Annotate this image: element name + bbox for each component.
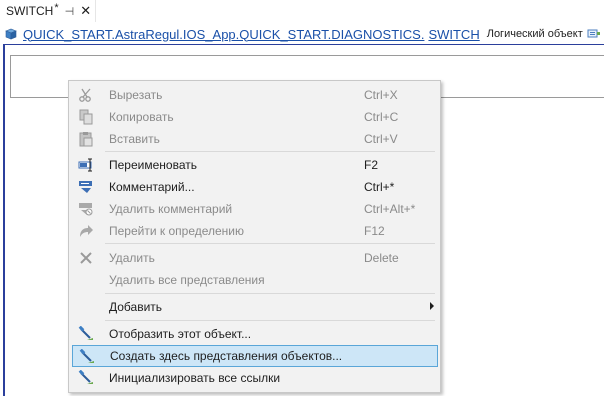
menu-item-rename[interactable]: Переименовать F2 [72, 154, 438, 176]
menu-item-label: Переименовать [109, 158, 197, 172]
menu-item-label: Копировать [109, 110, 174, 124]
context-menu: Вырезать Ctrl+X Копировать Ctrl+C Встави… [68, 80, 441, 393]
menu-separator [105, 293, 435, 294]
breadcrumb-path-link[interactable]: QUICK_START.AstraRegul.IOS_App.QUICK_STA… [23, 27, 424, 42]
copy-icon [78, 109, 94, 125]
menu-item-shortcut: Ctrl+Alt+* [364, 202, 416, 216]
create-views-icon [79, 349, 95, 365]
menu-item-label: Инициализировать все ссылки [109, 371, 281, 385]
menu-item-shortcut: Ctrl+X [364, 88, 398, 102]
comment-icon [78, 179, 94, 195]
breadcrumb-current-link[interactable]: SWITCH [428, 27, 479, 42]
delete-icon [78, 250, 94, 266]
object-type-label: Логический объект [486, 28, 583, 40]
menu-item-label: Комментарий... [109, 180, 195, 194]
menu-item-label: Удалить все представления [109, 273, 265, 287]
menu-item-shortcut: Ctrl+C [364, 110, 399, 124]
menu-item-shortcut: Ctrl+* [364, 180, 395, 194]
menu-item-shortcut: F12 [364, 224, 385, 238]
tab-modified-mark: * [54, 2, 59, 14]
menu-item-label: Удалить [109, 251, 155, 265]
paste-icon [78, 131, 94, 147]
menu-item-create-object-views[interactable]: Создать здесь представления объектов... [72, 345, 438, 367]
init-links-icon [78, 370, 94, 386]
menu-separator [105, 243, 435, 244]
menu-item-label: Удалить комментарий [109, 202, 233, 216]
menu-item-paste[interactable]: Вставить Ctrl+V [72, 128, 438, 150]
menu-item-label: Отобразить этот объект... [109, 327, 252, 341]
menu-separator [105, 320, 435, 321]
remove-comment-icon [78, 201, 94, 217]
menu-item-remove-comment[interactable]: Удалить комментарий Ctrl+Alt+* [72, 198, 438, 220]
menu-item-delete[interactable]: Удалить Delete [72, 247, 438, 269]
menu-item-copy[interactable]: Копировать Ctrl+C [72, 106, 438, 128]
menu-item-label: Добавить [109, 300, 163, 314]
menu-item-show-object[interactable]: Отобразить этот объект... [72, 323, 438, 345]
show-object-icon [78, 326, 94, 342]
cube-icon [5, 28, 17, 40]
logical-object-icon [587, 29, 600, 38]
menu-item-label: Создать здесь представления объектов... [110, 349, 343, 363]
menu-separator [105, 151, 435, 152]
tab-title: SWITCH [6, 4, 54, 18]
close-icon[interactable]: ✕ [80, 3, 91, 19]
document-tab-strip: SWITCH * ⊣ ✕ [0, 0, 604, 22]
submenu-arrow-icon [430, 302, 434, 310]
menu-item-label: Вырезать [109, 88, 163, 102]
scissors-icon [78, 87, 94, 103]
rename-icon [78, 157, 94, 173]
menu-item-shortcut: Delete [364, 251, 399, 265]
menu-item-init-links[interactable]: Инициализировать все ссылки [72, 367, 438, 389]
menu-item-shortcut: F2 [364, 158, 379, 172]
menu-item-add[interactable]: Добавить [72, 296, 438, 318]
menu-item-label: Перейти к определению [109, 224, 245, 238]
breadcrumb: QUICK_START.AstraRegul.IOS_App.QUICK_STA… [0, 24, 604, 44]
menu-item-goto-definition[interactable]: Перейти к определению F12 [72, 220, 438, 242]
menu-item-delete-all-views[interactable]: Удалить все представления [72, 269, 438, 291]
pin-icon[interactable]: ⊣ [65, 5, 75, 18]
goto-definition-icon [78, 223, 94, 239]
menu-item-shortcut: Ctrl+V [364, 132, 398, 146]
menu-item-cut[interactable]: Вырезать Ctrl+X [72, 84, 438, 106]
menu-item-label: Вставить [109, 132, 160, 146]
menu-item-comment[interactable]: Комментарий... Ctrl+* [72, 176, 438, 198]
tab-switch[interactable]: SWITCH * ⊣ ✕ [0, 0, 96, 22]
